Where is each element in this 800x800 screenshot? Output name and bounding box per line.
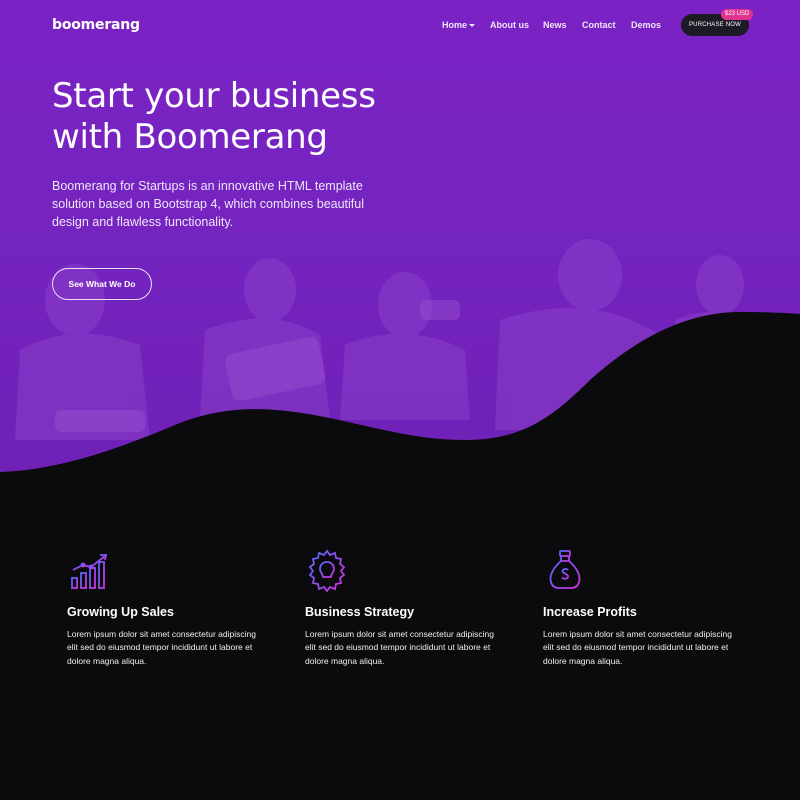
top-navbar: boomerang Home About us News Contact Dem… <box>0 0 800 52</box>
price-badge: $23 USD <box>721 9 754 20</box>
nav-item-label: Home <box>442 20 468 30</box>
nav-item-about-us[interactable]: About us <box>490 20 529 30</box>
feature-title: Business Strategy <box>305 605 415 619</box>
feature-title: Increase Profits <box>543 605 637 619</box>
hero-lead-text: Boomerang for Startups is an innovative … <box>52 179 364 229</box>
money-bag-icon <box>549 550 581 589</box>
hero-headline: Start your business with Boomerang <box>52 76 376 157</box>
see-what-we-do-button[interactable]: See What We Do <box>52 268 152 300</box>
nav-item-home[interactable]: Home <box>442 20 476 30</box>
feature-title: Growing Up Sales <box>67 605 174 619</box>
nav-item-demos[interactable]: Demos <box>631 20 661 30</box>
feature-card-growing-sales: Growing Up Sales Lorem ipsum dolor sit a… <box>67 548 267 666</box>
nav-item-contact[interactable]: Contact <box>582 20 616 30</box>
feature-text: Lorem ipsum dolor sit amet consectetur a… <box>543 629 732 666</box>
brand-logo[interactable]: boomerang <box>52 17 140 33</box>
feature-text: Lorem ipsum dolor sit amet consectetur a… <box>305 629 494 666</box>
feature-card-business-strategy: Business Strategy Lorem ipsum dolor sit … <box>305 548 505 666</box>
chevron-down-icon <box>469 24 476 28</box>
feature-card-increase-profits: Increase Profits Lorem ipsum dolor sit a… <box>543 548 743 666</box>
growth-chart-icon <box>71 554 108 589</box>
nav-item-news[interactable]: News <box>543 20 567 30</box>
lightbulb-gear-icon <box>308 549 346 592</box>
feature-text: Lorem ipsum dolor sit amet consectetur a… <box>67 629 256 666</box>
